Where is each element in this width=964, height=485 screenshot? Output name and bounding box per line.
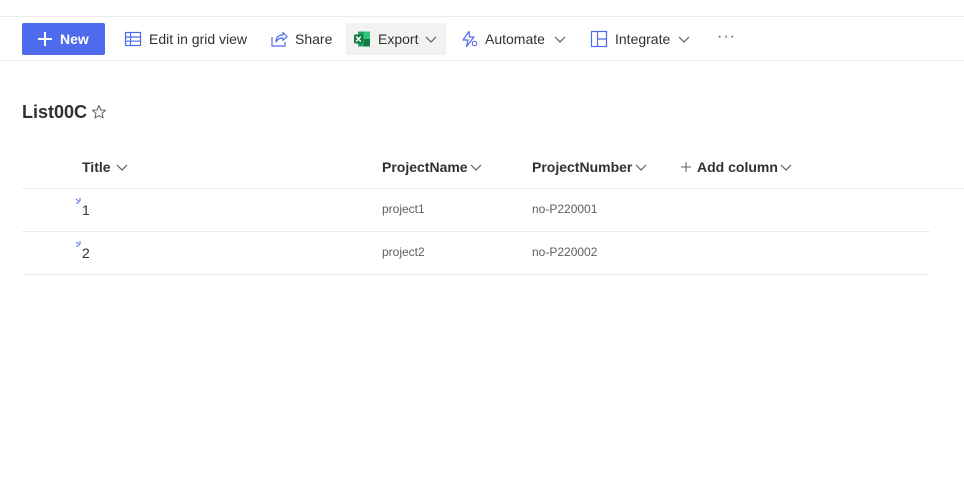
cell-projectname: project2 xyxy=(382,245,425,259)
share-button[interactable]: Share xyxy=(270,23,334,55)
plus-icon xyxy=(38,32,52,46)
automate-icon xyxy=(462,30,478,48)
chevron-down-icon xyxy=(678,36,690,43)
automate-label: Automate xyxy=(485,31,545,47)
row-divider xyxy=(22,274,930,275)
cell-projectname: project1 xyxy=(382,202,425,216)
edit-grid-view-label: Edit in grid view xyxy=(149,31,248,47)
excel-icon xyxy=(354,31,370,47)
cell-title[interactable]: 1 xyxy=(82,202,90,218)
chevron-down-icon[interactable] xyxy=(116,162,128,172)
share-label: Share xyxy=(295,31,333,47)
command-bar: New Edit in grid view Share Export Autom… xyxy=(0,17,964,61)
chevron-down-icon[interactable] xyxy=(470,162,482,172)
integrate-button[interactable]: Integrate xyxy=(590,23,694,55)
list-title: List00C xyxy=(22,102,88,122)
star-icon[interactable] xyxy=(91,104,107,120)
chevron-down-icon[interactable] xyxy=(635,162,647,172)
chevron-down-icon[interactable] xyxy=(780,162,792,172)
cell-projectnumber: no-P220002 xyxy=(532,245,598,259)
export-label: Export xyxy=(378,31,419,47)
new-button[interactable]: New xyxy=(22,23,105,55)
chevron-down-icon xyxy=(425,36,437,43)
header-divider xyxy=(22,188,964,189)
integrate-label: Integrate xyxy=(615,31,671,47)
grid-icon xyxy=(124,31,142,47)
more-options-button[interactable]: ··· xyxy=(712,23,742,55)
more-icon: ··· xyxy=(717,28,736,45)
cell-projectnumber: no-P220001 xyxy=(532,202,598,216)
chevron-down-icon xyxy=(554,36,566,43)
cell-title[interactable]: 2 xyxy=(82,245,90,261)
column-header-projectname[interactable]: ProjectName xyxy=(382,158,468,176)
edit-grid-view-button[interactable]: Edit in grid view xyxy=(124,23,254,55)
new-button-label: New xyxy=(60,31,89,47)
export-button[interactable]: Export xyxy=(346,23,446,55)
integrate-icon xyxy=(590,30,608,48)
plus-icon xyxy=(681,162,691,172)
automate-button[interactable]: Automate xyxy=(460,23,570,55)
share-icon xyxy=(271,31,288,47)
column-header-title[interactable]: Title xyxy=(82,158,111,176)
row-divider xyxy=(22,231,930,232)
add-column-button[interactable]: Add column xyxy=(697,158,778,176)
column-header-projectnumber[interactable]: ProjectNumber xyxy=(532,158,632,176)
